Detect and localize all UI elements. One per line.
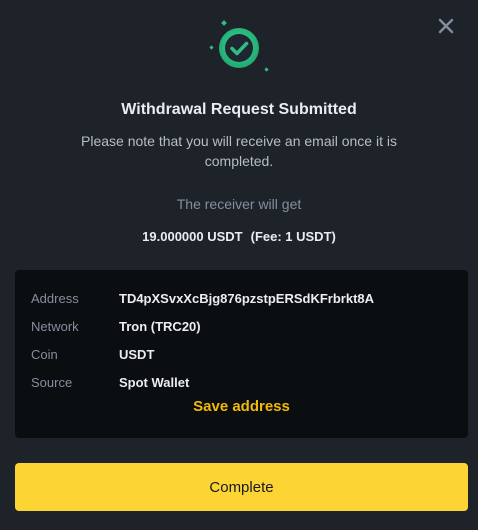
withdrawal-details-panel: Address TD4pXSvxXcBjg876pzstpERSdKFrbrkt… — [15, 270, 468, 438]
close-icon — [438, 18, 454, 34]
detail-label: Coin — [31, 346, 58, 362]
complete-button[interactable]: Complete — [15, 463, 468, 511]
detail-label: Source — [31, 374, 73, 390]
amount-value: 19.000000 USDT — [142, 229, 243, 244]
check-circle-icon — [209, 20, 269, 72]
receiver-label: The receiver will get — [176, 196, 302, 212]
detail-row-coin: Coin USDT — [31, 344, 154, 364]
receive-amount: 19.000000 USDT (Fee: 1 USDT) — [0, 229, 478, 244]
detail-label: Address — [31, 290, 79, 306]
fee-value: (Fee: 1 USDT) — [250, 229, 336, 244]
detail-value: USDT — [119, 346, 155, 362]
detail-value: TD4pXSvxXcBjg876pzstpERSdKFrbrkt8A — [119, 290, 375, 306]
detail-row-source: Source Spot Wallet — [31, 372, 189, 392]
detail-row-address: Address TD4pXSvxXcBjg876pzstpERSdKFrbrkt… — [31, 288, 374, 308]
detail-value: Tron (TRC20) — [119, 318, 201, 334]
detail-label: Network — [31, 318, 79, 334]
detail-value: Spot Wallet — [119, 374, 190, 390]
save-address-link[interactable]: Save address — [15, 398, 468, 415]
success-icon-wrapper — [207, 18, 271, 82]
dialog-subtitle: Please note that you will receive an ema… — [81, 133, 397, 169]
detail-row-network: Network Tron (TRC20) — [31, 316, 201, 336]
dialog-title: Withdrawal Request Submitted — [121, 101, 357, 118]
withdrawal-success-dialog: Withdrawal Request Submitted Please note… — [0, 0, 478, 530]
close-button[interactable] — [434, 14, 458, 38]
